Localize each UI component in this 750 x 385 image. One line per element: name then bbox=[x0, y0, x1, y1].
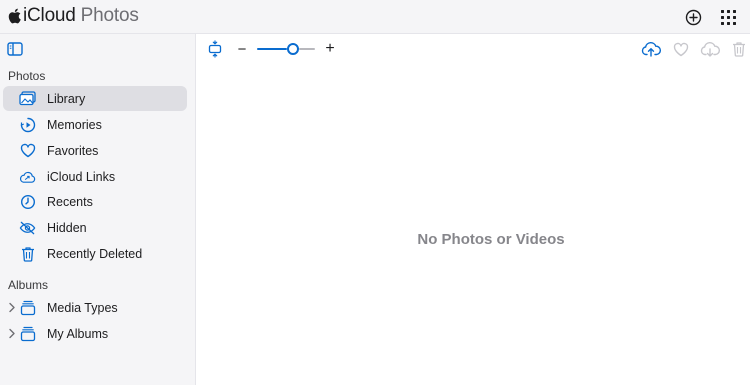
aspect-toggle-icon bbox=[208, 40, 222, 58]
sidebar-item-hidden[interactable]: Hidden bbox=[3, 215, 187, 240]
sidebar-item-favorites[interactable]: Favorites bbox=[3, 138, 187, 163]
zoom-slider-thumb[interactable] bbox=[287, 43, 299, 55]
zoom-track-fill bbox=[257, 48, 287, 50]
section-title-albums: Albums bbox=[8, 278, 49, 292]
chevron-right-icon[interactable] bbox=[8, 302, 16, 313]
app-brand[interactable]: iCloud Photos bbox=[8, 5, 139, 27]
eye-slash-icon bbox=[19, 219, 36, 236]
sidebar-item-label: Library bbox=[47, 92, 86, 106]
sidebar-item-label: Favorites bbox=[47, 144, 99, 158]
brand-primary-text: iCloud bbox=[23, 5, 76, 26]
download-icon bbox=[700, 42, 720, 57]
favorite-icon bbox=[673, 42, 688, 56]
delete-button[interactable] bbox=[731, 40, 746, 58]
sidebar-item-memories[interactable]: Memories bbox=[3, 112, 187, 137]
sidebar-item-label: Media Types bbox=[47, 301, 118, 315]
section-title-photos: Photos bbox=[8, 69, 46, 83]
grid-icon bbox=[720, 9, 736, 25]
sidebar-item-library[interactable]: Library bbox=[3, 86, 187, 111]
sidebar-item-icloud-links[interactable]: iCloud Links bbox=[3, 164, 187, 189]
sidebar-item-label: Recents bbox=[47, 195, 93, 209]
chevron-right-icon[interactable] bbox=[8, 328, 16, 339]
add-button[interactable] bbox=[683, 7, 703, 27]
sidebar-item-recently-deleted[interactable]: Recently Deleted bbox=[3, 241, 187, 266]
plus-circle-icon bbox=[685, 9, 701, 25]
library-icon bbox=[19, 90, 36, 107]
zoom-out-button[interactable]: − bbox=[235, 40, 249, 58]
sidebar-item-label: Recently Deleted bbox=[47, 247, 143, 261]
zoom-in-button[interactable]: + bbox=[323, 40, 337, 58]
sidebar-toggle-button[interactable] bbox=[7, 42, 23, 56]
heart-icon bbox=[19, 142, 36, 159]
download-button[interactable] bbox=[700, 40, 720, 58]
sidebar-item-label: My Albums bbox=[47, 327, 109, 341]
favorite-button[interactable] bbox=[672, 41, 689, 57]
sidebar-toggle-icon bbox=[7, 42, 23, 56]
aspect-toggle-button[interactable] bbox=[207, 40, 223, 58]
memories-icon bbox=[19, 116, 36, 133]
cloud-link-icon bbox=[19, 168, 36, 185]
upload-button[interactable] bbox=[641, 40, 661, 58]
sidebar-item-recents[interactable]: Recents bbox=[3, 189, 187, 214]
delete-icon bbox=[732, 42, 745, 57]
sidebar: Photos Library Memories Favorites iCloud… bbox=[0, 34, 196, 385]
apple-logo-icon bbox=[8, 8, 21, 24]
sidebar-item-label: Hidden bbox=[47, 221, 87, 235]
sidebar-item-label: Memories bbox=[47, 118, 102, 132]
clock-icon bbox=[19, 193, 36, 210]
empty-state-message: No Photos or Videos bbox=[417, 231, 565, 248]
zoom-track-rest bbox=[299, 48, 315, 50]
upload-icon bbox=[641, 42, 661, 57]
sidebar-item-my-albums[interactable]: My Albums bbox=[3, 321, 187, 346]
top-bar: iCloud Photos bbox=[0, 0, 750, 34]
brand-secondary-text: Photos bbox=[80, 5, 139, 26]
zoom-slider[interactable] bbox=[257, 42, 315, 56]
app-launcher-button[interactable] bbox=[718, 7, 738, 27]
album-stack-icon bbox=[19, 299, 36, 316]
sidebar-item-label: iCloud Links bbox=[47, 170, 116, 184]
album-stack-icon bbox=[19, 325, 36, 342]
sidebar-item-media-types[interactable]: Media Types bbox=[3, 295, 187, 320]
trash-icon bbox=[19, 245, 36, 262]
